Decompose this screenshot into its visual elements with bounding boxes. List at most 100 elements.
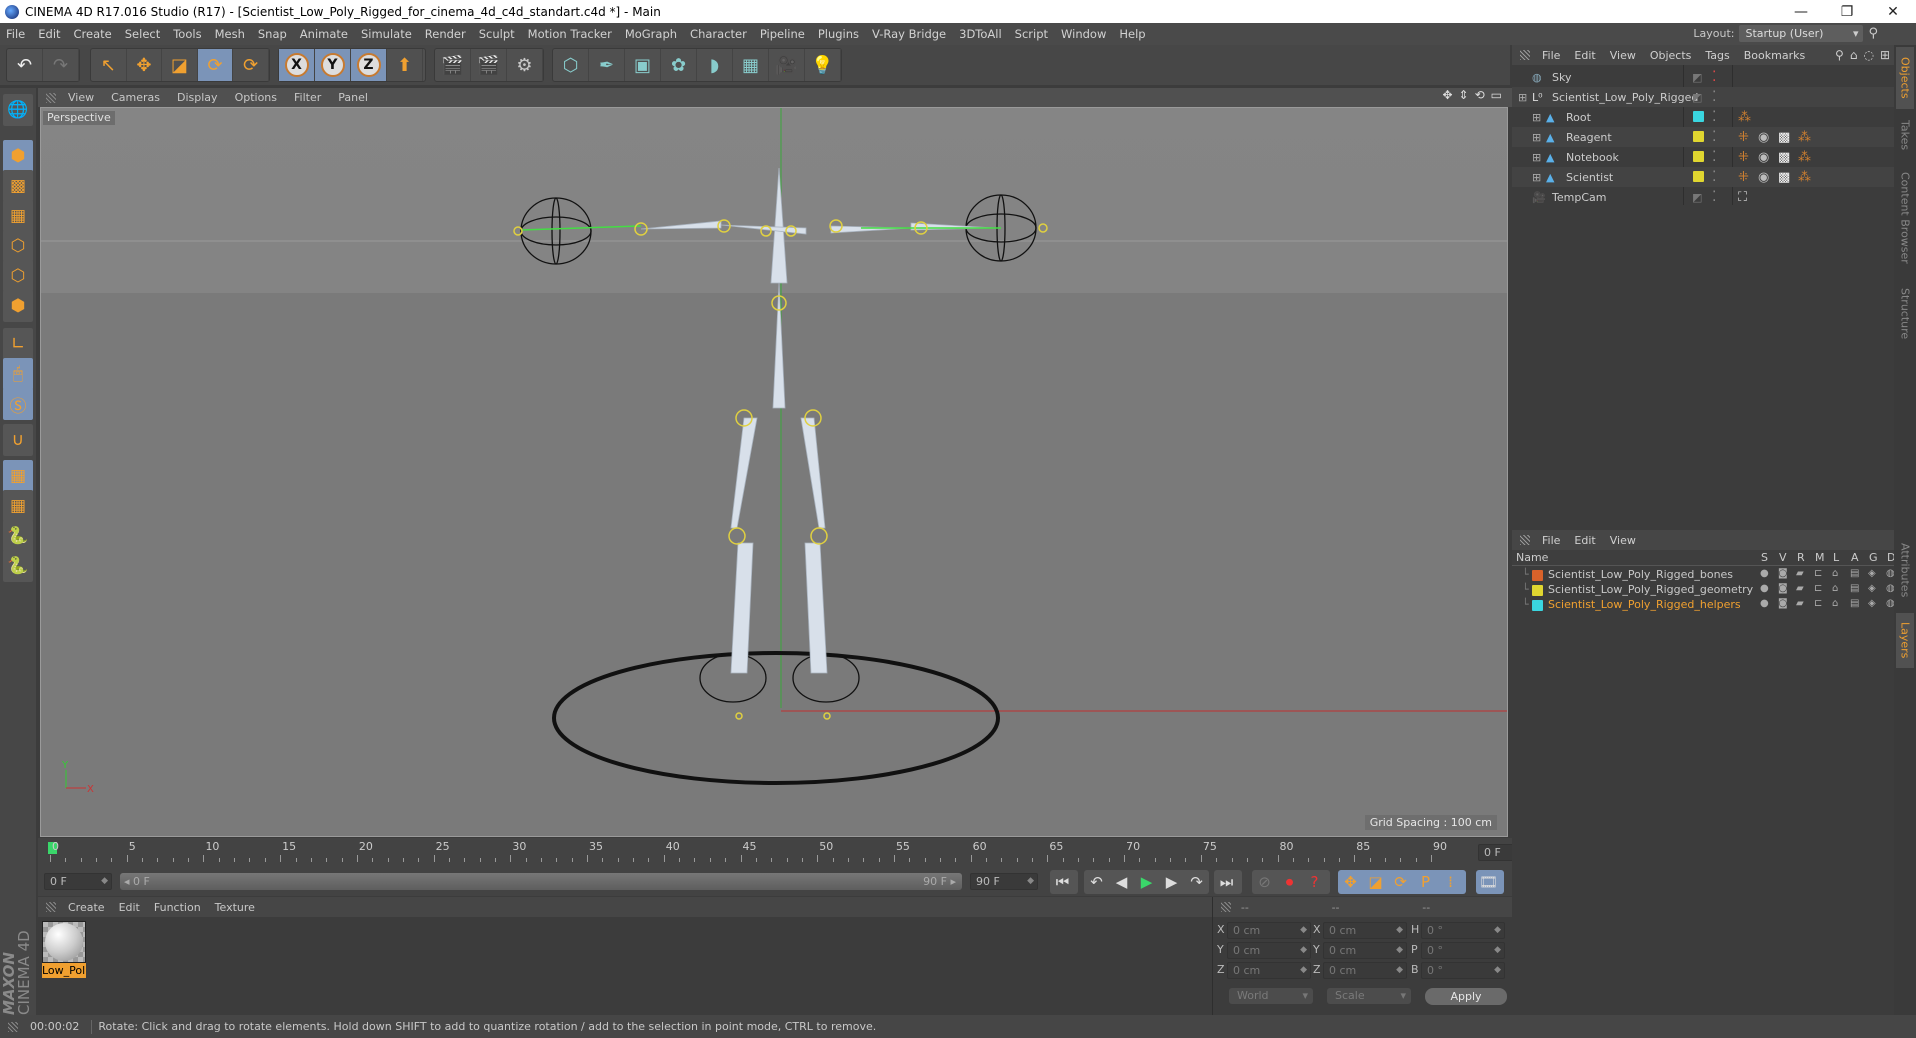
subdivision-button[interactable]: ▣ <box>625 49 661 81</box>
undo-button[interactable]: ↶ <box>7 49 43 81</box>
layer-row[interactable]: └ Scientist_Low_Poly_Rigged_bones ● ◙ ▰ ⊏ ⌂ ▤ ◈ ◍ <box>1512 568 1895 583</box>
layer-flag-l-icon[interactable]: ⌂ <box>1832 583 1838 594</box>
layer-flag-s-icon[interactable]: ● <box>1760 598 1769 609</box>
material-menu-function[interactable]: Function <box>154 901 201 914</box>
deformer-button[interactable]: ◗ <box>697 49 733 81</box>
layer-color-swatch[interactable] <box>1693 131 1704 142</box>
workplane-align-button[interactable]: ▦ <box>3 490 33 522</box>
object-menu-file[interactable]: File <box>1542 49 1560 62</box>
texture-mode-button[interactable]: ▩ <box>3 170 33 202</box>
side-tab-content-browser[interactable]: Content Browser <box>1896 161 1914 275</box>
visibility-dots-icon[interactable]: ⁚ <box>1712 69 1716 85</box>
layer-flag-l-icon[interactable]: ⌂ <box>1832 598 1838 609</box>
layer-flag-m-icon[interactable]: ⊏ <box>1814 583 1822 594</box>
position-y-field[interactable]: 0 cm ◆ <box>1227 942 1311 959</box>
coordinate-mode-dropdown[interactable]: World <box>1229 988 1313 1004</box>
texture-tag-icon[interactable]: ▩ <box>1778 170 1790 185</box>
layer-flag-g-icon[interactable]: ◈ <box>1868 598 1876 609</box>
rotate-view-icon[interactable]: ⟲ <box>1475 88 1485 102</box>
workplane-lock-button[interactable]: ▦ <box>3 460 33 492</box>
layer-menu-file[interactable]: File <box>1542 534 1560 547</box>
prev-key-button[interactable]: ↶ <box>1084 870 1109 894</box>
viewport-menu-filter[interactable]: Filter <box>294 91 321 104</box>
key-scale-button[interactable]: ◪ <box>1363 870 1388 894</box>
layer-color-swatch[interactable] <box>1693 151 1704 162</box>
expand-toggle-icon[interactable]: ⊞ <box>1532 111 1541 124</box>
material-menu-texture[interactable]: Texture <box>215 901 255 914</box>
menu-mograph[interactable]: MoGraph <box>625 27 677 41</box>
python-2-button[interactable]: 🐍 <box>3 550 33 582</box>
record-active-button[interactable]: ⏺ <box>1277 870 1302 894</box>
phong-tag-icon[interactable]: ⁜ <box>1738 130 1749 145</box>
side-tab-attributes[interactable]: Attributes <box>1896 530 1914 611</box>
layer-column-r[interactable]: R <box>1797 551 1805 564</box>
layer-name[interactable]: Scientist_Low_Poly_Rigged_helpers <box>1548 598 1741 611</box>
ik-tag-icon[interactable]: ⁂ <box>1798 170 1811 185</box>
snap-button[interactable]: ∪ <box>3 424 33 456</box>
layer-column-a[interactable]: A <box>1851 551 1859 564</box>
scale-tool-button[interactable]: ◪ <box>162 49 198 81</box>
layer-flag-a-icon[interactable]: ▤ <box>1850 598 1859 609</box>
material-tag-icon[interactable]: ◉ <box>1758 130 1769 145</box>
size-x-field[interactable]: 0 cm ◆ <box>1323 922 1407 939</box>
position-x-field[interactable]: 0 cm ◆ <box>1227 922 1311 939</box>
layer-menu-edit[interactable]: Edit <box>1574 534 1595 547</box>
key-param-button[interactable]: P <box>1413 870 1438 894</box>
target-tag-icon[interactable]: ⛶ <box>1738 190 1747 205</box>
object-menu-bookmarks[interactable]: Bookmarks <box>1744 49 1805 62</box>
visibility-dots-icon[interactable]: ⁚ <box>1712 169 1716 185</box>
close-button[interactable]: ✕ <box>1870 0 1916 23</box>
menu-motion-tracker[interactable]: Motion Tracker <box>528 27 612 41</box>
layer-flag-r-icon[interactable]: ▰ <box>1796 583 1804 594</box>
visibility-dots-icon[interactable]: ⁚ <box>1712 109 1716 125</box>
expand-toggle-icon[interactable]: ⊞ <box>1532 131 1541 144</box>
menu-edit[interactable]: Edit <box>38 27 60 41</box>
layer-color-swatch[interactable] <box>1693 171 1704 182</box>
coordinate-system-button[interactable]: ⬆ <box>387 49 423 81</box>
menu-plugins[interactable]: Plugins <box>818 27 859 41</box>
go-to-end-button[interactable]: ⏭ <box>1214 870 1239 894</box>
menu-3dtoall[interactable]: 3DToAll <box>959 27 1002 41</box>
layer-flag-m-icon[interactable]: ⊏ <box>1814 568 1822 579</box>
panel-grip[interactable] <box>1520 50 1530 60</box>
panel-grip[interactable] <box>1221 902 1231 912</box>
expand-toggle-icon[interactable]: ⊞ <box>1532 151 1541 164</box>
object-row-reagent[interactable]: ⊞ ▲ Reagent ⁚ ⁜ ◉ ▩ ⁂ <box>1512 127 1894 147</box>
phong-tag-icon[interactable]: ⁜ <box>1738 150 1749 165</box>
viewport-menu-view[interactable]: View <box>68 91 94 104</box>
workplane-mode-button[interactable]: ▦ <box>3 200 33 232</box>
expand-toggle-icon[interactable]: ⊞ <box>1518 91 1527 104</box>
layer-none-icon[interactable]: ◩ <box>1692 91 1702 104</box>
pen-button[interactable]: ✒ <box>589 49 625 81</box>
material-menu-edit[interactable]: Edit <box>119 901 140 914</box>
side-tab-layers[interactable]: Layers <box>1896 613 1914 668</box>
edges-mode-button[interactable]: ⬡ <box>3 260 33 292</box>
menu-tools[interactable]: Tools <box>173 27 201 41</box>
visibility-dots-icon[interactable]: ⁚ <box>1712 129 1716 145</box>
polygons-mode-button[interactable]: ⬢ <box>3 290 33 322</box>
layer-color-swatch[interactable] <box>1693 111 1704 122</box>
panel-grip[interactable] <box>1520 535 1530 545</box>
layer-color-swatch[interactable] <box>1532 600 1543 611</box>
layer-flag-r-icon[interactable]: ▰ <box>1796 568 1804 579</box>
camera-label[interactable]: Perspective <box>43 111 115 125</box>
axis-mode-button[interactable]: ∟ <box>3 328 33 360</box>
new-view-icon[interactable]: ⊞ <box>1880 48 1890 62</box>
timeline-window-button[interactable]: 🎞 <box>1476 870 1501 894</box>
layer-flag-m-icon[interactable]: ⊏ <box>1814 598 1822 609</box>
ik-tag-icon[interactable]: ⁂ <box>1738 110 1751 125</box>
ik-tag-icon[interactable]: ⁂ <box>1798 130 1811 145</box>
object-row-notebook[interactable]: ⊞ ▲ Notebook ⁚ ⁜ ◉ ▩ ⁂ <box>1512 147 1894 167</box>
material-menu-create[interactable]: Create <box>68 901 105 914</box>
object-row-sky[interactable]: ◍ Sky ◩ ⁚ <box>1512 67 1894 87</box>
layer-flag-l-icon[interactable]: ⌂ <box>1832 568 1838 579</box>
make-editable-button[interactable]: 🌐 <box>3 94 33 126</box>
cube-button[interactable]: ⬡ <box>553 49 589 81</box>
next-key-button[interactable]: ↷ <box>1184 870 1209 894</box>
layer-color-swatch[interactable] <box>1532 570 1543 581</box>
model-mode-button[interactable]: ⬢ <box>3 140 33 172</box>
layer-row[interactable]: └ Scientist_Low_Poly_Rigged_geometry ● ◙ ▰ ⊏ ⌂… <box>1512 583 1895 598</box>
layer-column-s[interactable]: S <box>1761 551 1768 564</box>
axis-lock-x-button[interactable]: X <box>279 49 315 81</box>
play-button[interactable]: ▶ <box>1134 870 1159 894</box>
